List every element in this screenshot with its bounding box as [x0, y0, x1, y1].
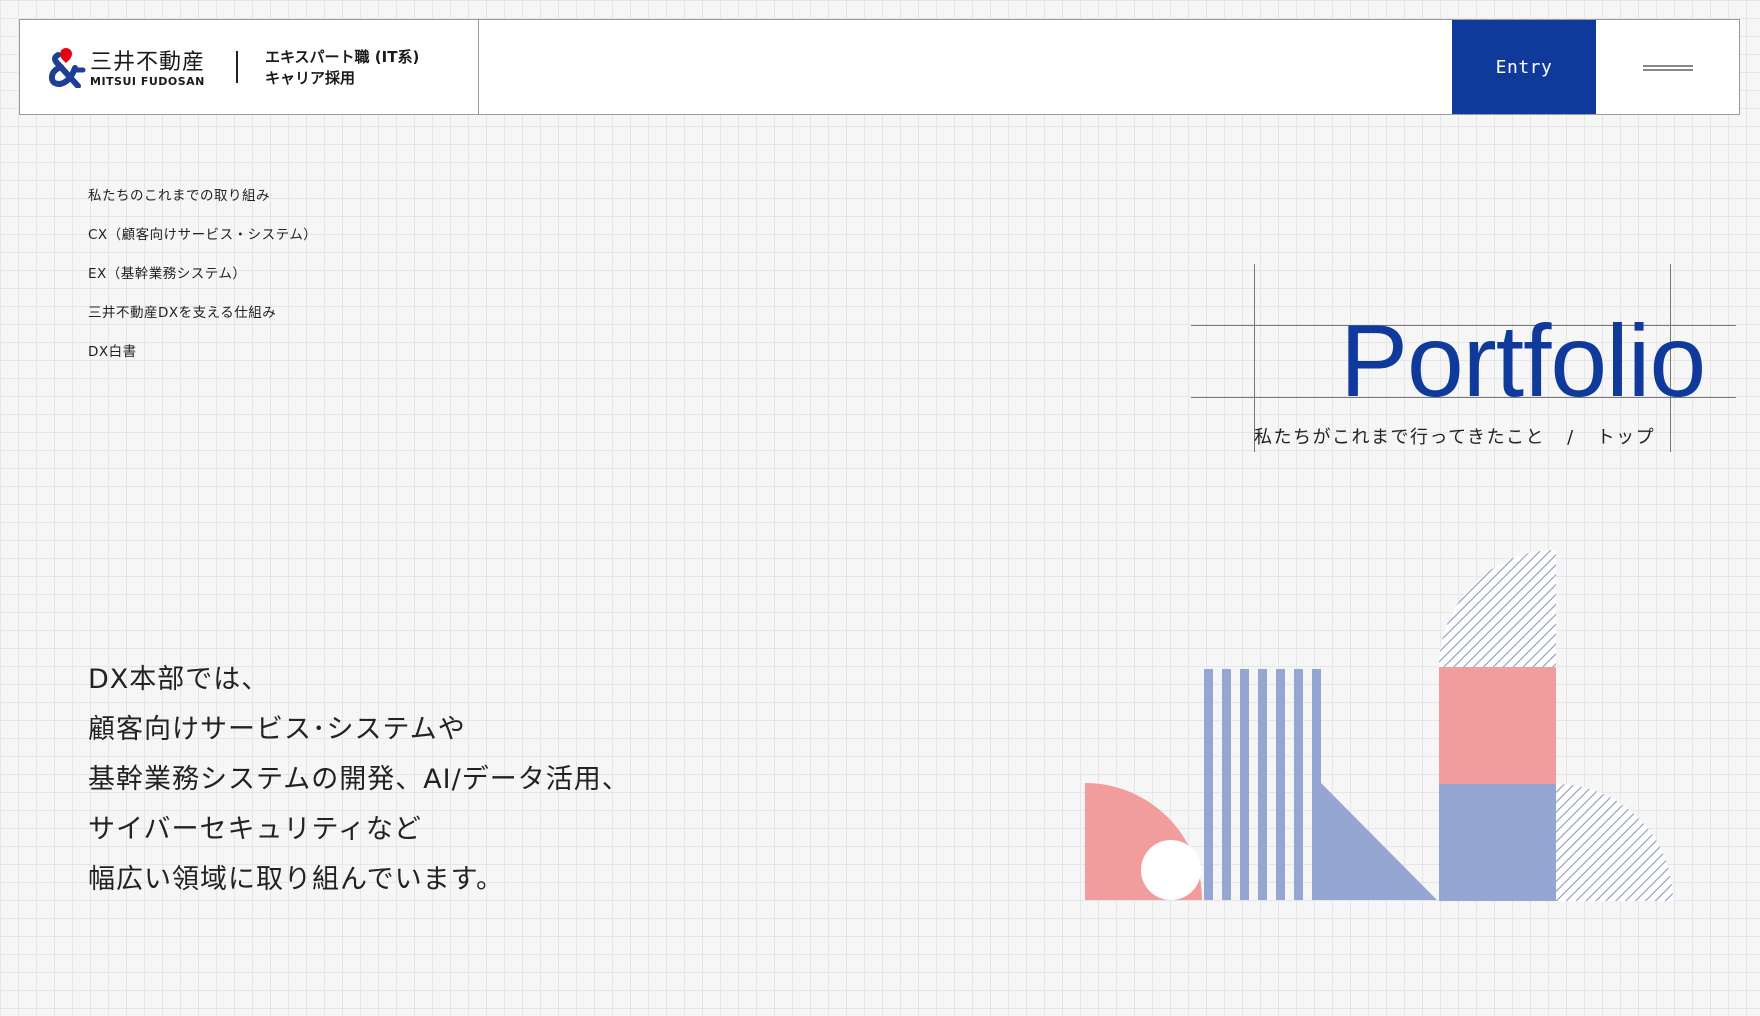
site-title-line2: キャリア採用 — [265, 69, 356, 87]
white-circle-shape — [1141, 840, 1201, 900]
entry-button[interactable]: Entry — [1452, 20, 1596, 114]
side-nav-item-dx-foundation[interactable]: 三井不動産DXを支える仕組み — [88, 301, 317, 340]
logo-link[interactable]: 三井不動産 MITSUI FUDOSAN エキスパート職 (IT系) キャリア採… — [20, 20, 479, 114]
hatched-right-quarter-circle-shape — [1556, 784, 1673, 901]
portfolio-title: Portfolio — [1340, 304, 1706, 418]
logo-divider — [236, 51, 238, 83]
logo-text-jp: 三井不動産 — [90, 50, 206, 75]
breadcrumb-top-link[interactable]: トップ — [1597, 427, 1656, 448]
lead-line: DX本部では、 — [88, 664, 270, 695]
hamburger-line-top-icon — [1643, 65, 1693, 67]
blue-stripe-shape — [1312, 669, 1321, 900]
lead-line: 顧客向けサービス･システムや — [88, 714, 466, 745]
pink-block-shape — [1439, 667, 1556, 784]
site-title: エキスパート職 (IT系) キャリア採用 — [265, 47, 419, 89]
blue-stripe-shape — [1222, 669, 1231, 900]
lead-line: 幅広い領域に取り組んでいます。 — [88, 864, 504, 895]
lead-copy: DX本部では、 顧客向けサービス･システムや 基幹業務システムの開発、AI/デー… — [88, 655, 630, 905]
site-header: 三井不動産 MITSUI FUDOSAN エキスパート職 (IT系) キャリア採… — [19, 19, 1740, 115]
lead-line: サイバーセキュリティなど — [88, 814, 422, 845]
site-title-line1: エキスパート職 (IT系) — [265, 48, 420, 66]
blue-triangle-shape — [1321, 783, 1437, 900]
blue-stripe-shape — [1240, 669, 1249, 900]
side-nav-item-dx-whitepaper[interactable]: DX白書 — [88, 340, 317, 379]
logo-text-en: MITSUI FUDOSAN — [90, 75, 205, 88]
menu-button[interactable] — [1596, 20, 1739, 114]
lead-line: 基幹業務システムの開発、AI/データ活用、 — [88, 764, 630, 795]
blue-stripe-shape — [1276, 669, 1285, 900]
blue-stripe-shape — [1258, 669, 1267, 900]
blue-stripe-shape — [1204, 669, 1213, 900]
side-nav-item-cx[interactable]: CX（顧客向けサービス・システム） — [88, 223, 317, 262]
breadcrumb-separator: / — [1567, 427, 1575, 448]
blue-stripe-shape — [1294, 669, 1303, 900]
geometric-illustration — [1085, 550, 1673, 901]
side-nav-item-initiatives[interactable]: 私たちのこれまでの取り組み — [88, 184, 317, 223]
side-nav-item-ex[interactable]: EX（基幹業務システム） — [88, 262, 317, 301]
mitsui-ampersand-logo-icon — [48, 48, 86, 88]
blue-block-shape — [1439, 784, 1556, 901]
portfolio-subtitle-text: 私たちがこれまで行ってきたこと — [1254, 427, 1546, 448]
hatched-quarter-circle-shape — [1439, 550, 1556, 667]
hamburger-line-bottom-icon — [1643, 69, 1693, 71]
portfolio-subtitle: 私たちがこれまで行ってきたこと / トップ — [1254, 423, 1655, 449]
side-nav: 私たちのこれまでの取り組み CX（顧客向けサービス・システム） EX（基幹業務シ… — [88, 184, 317, 379]
